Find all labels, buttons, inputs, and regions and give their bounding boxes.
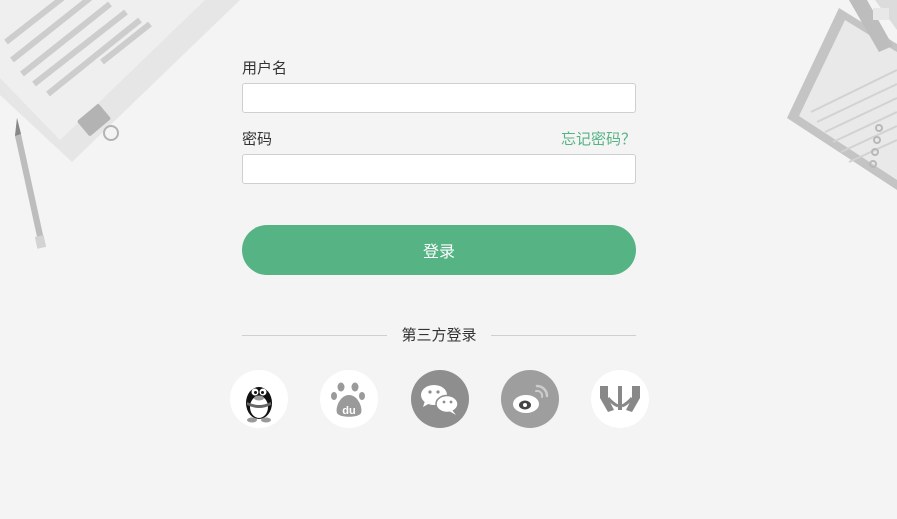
- qq-login-button[interactable]: [230, 370, 288, 428]
- login-button[interactable]: 登录: [242, 225, 636, 275]
- username-label-row: 用户名: [242, 56, 636, 78]
- username-label: 用户名: [242, 58, 288, 77]
- third-party-label: 第三方登录: [401, 326, 477, 344]
- third-party-divider: 第三方登录: [242, 325, 636, 345]
- password-label-row: 密码 忘记密码？: [242, 127, 636, 149]
- renren-icon: [591, 370, 649, 428]
- wechat-icon: [411, 370, 469, 428]
- svg-text:du: du: [342, 405, 355, 417]
- password-input[interactable]: [242, 154, 636, 184]
- renren-login-button[interactable]: [591, 370, 649, 428]
- social-login-list: du: [230, 370, 650, 428]
- login-form: 用户名 密码 忘记密码？ 登录 第三方登录: [242, 56, 636, 345]
- weibo-icon: [501, 370, 559, 428]
- baidu-login-button[interactable]: du: [320, 370, 378, 428]
- baidu-icon: du: [320, 370, 378, 428]
- wechat-login-button[interactable]: [411, 370, 469, 428]
- password-label: 密码: [242, 129, 273, 148]
- notebook-illustration: [787, 0, 897, 190]
- weibo-login-button[interactable]: [501, 370, 559, 428]
- papers-illustration: [0, 0, 240, 249]
- qq-icon: [230, 370, 288, 428]
- forgot-password-link[interactable]: 忘记密码？: [561, 128, 636, 149]
- username-input[interactable]: [242, 83, 636, 113]
